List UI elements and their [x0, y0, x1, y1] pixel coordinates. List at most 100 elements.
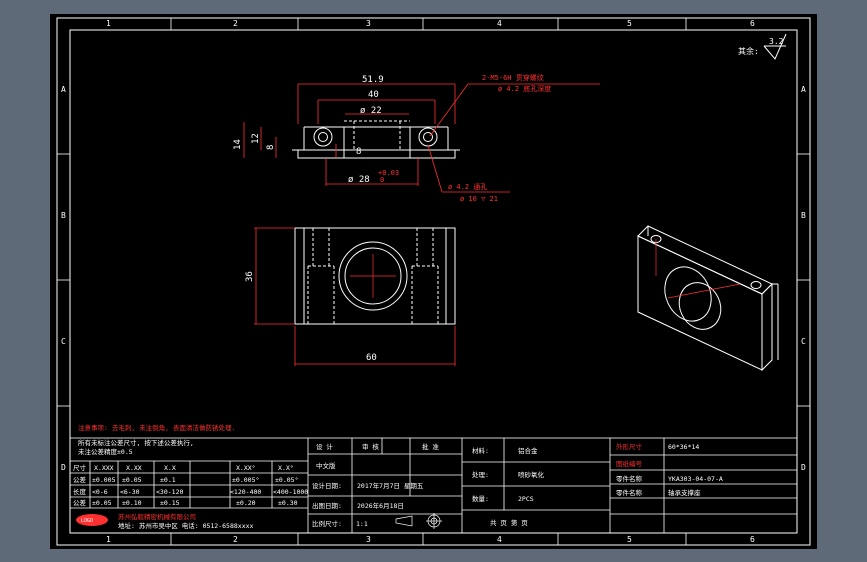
dim-top-height: 36 [245, 271, 255, 282]
tol-r0-c3: ±0.1 [160, 476, 176, 484]
label-approver: 批 准 [422, 442, 439, 451]
label-surface: 处理: [472, 470, 489, 479]
label-scale: 比例尺寸: [312, 519, 342, 528]
zone-top-3: 3 [366, 19, 371, 28]
zone-top-2: 2 [233, 19, 238, 28]
zone-right-b: B [801, 211, 806, 220]
zone-left-d: D [61, 463, 66, 472]
tol-header-0: 尺寸 [73, 463, 87, 472]
zone-left-a: A [61, 85, 66, 94]
zone-top-1: 1 [106, 19, 111, 28]
tol-r2-c4: ±0.20 [236, 499, 256, 507]
tol-r0-c5: ±0.05° [275, 476, 298, 484]
dim-inner-width: 40 [368, 90, 379, 100]
top-centerlines [350, 254, 396, 298]
label-part-no: 图纸编号 [616, 459, 643, 468]
projection-symbol-icon [395, 513, 442, 529]
dim-height-12: 12 [251, 133, 261, 144]
front-dimensions [243, 83, 600, 193]
zone-right-a: A [801, 85, 806, 94]
notes-red: 注意事项: 去毛刺, 未注倒角, 表面清洁做防锈处理. [78, 423, 235, 432]
tol-r0-c0: 公差 [73, 475, 87, 484]
value-size: 60*36*14 [668, 443, 699, 451]
tol-header-2: X.XX [126, 464, 142, 472]
dim-height-14: 14 [233, 139, 243, 150]
label-reviewer: 审 核 [362, 442, 379, 451]
value-material: 铝合金 [518, 446, 538, 455]
tol-r0-c1: ±0.005 [92, 476, 116, 484]
tol-r2-c5: ±0.30 [278, 499, 298, 507]
value-qty: 2PCS [518, 495, 534, 503]
tol-r1-c4: <120-400 [230, 488, 261, 496]
tol-header-5: X.X° [278, 464, 294, 472]
value-print-date: 2026年6月18日 [357, 501, 404, 510]
company-logo-text: LOGO [81, 518, 93, 524]
label-size: 外形尺寸 [616, 442, 643, 451]
roughness-label: 其余: [738, 46, 759, 56]
dim-bore-diameter: ø 22 [360, 106, 382, 116]
front-view [292, 126, 460, 159]
zone-right-c: C [801, 337, 806, 346]
tol-r0-c2: ±0.05 [122, 476, 142, 484]
label-print-date: 出图日期: [312, 501, 342, 510]
dim-top-width: 60 [366, 353, 377, 363]
value-part-name: 轴承支撑座 [668, 488, 701, 497]
iso-centerlines [655, 239, 741, 299]
callout-pilot-hole: ø 4.2 底孔深度 [498, 84, 551, 93]
zone-top-4: 4 [497, 19, 502, 28]
value-surface: 喷砂氧化 [518, 470, 545, 479]
tol-r1-c2: <6-30 [120, 488, 140, 496]
dim-height-8: 8 [266, 145, 276, 150]
zone-bottom-5: 5 [627, 535, 632, 544]
value-design-date: 2017年7月7日 星期五 [357, 481, 424, 490]
label-doc: 中文版 [316, 461, 336, 470]
zone-left-b: B [61, 211, 66, 220]
label-qty: 数量: [472, 494, 489, 503]
cad-drawing: 1 2 3 4 5 6 1 2 3 4 5 6 A B C D A B C D … [56, 17, 811, 546]
zone-bottom-4: 4 [497, 535, 502, 544]
notes-line-2: 未注公差精度±0.5 [78, 447, 133, 456]
tol-r2-c2: ±0.10 [122, 499, 142, 507]
zone-bottom-3: 3 [366, 535, 371, 544]
notes-line-1: 所有未标注公差尺寸, 按下述公差执行, [78, 438, 194, 447]
tol-r1-c0: 长度 [73, 487, 87, 496]
tol-header-1: X.XXX [94, 464, 114, 472]
zone-left-c: C [61, 337, 66, 346]
drawing-sheet: 1 2 3 4 5 6 1 2 3 4 5 6 A B C D A B C D … [50, 14, 817, 549]
value-scale: 1:1 [356, 520, 368, 528]
zone-top-5: 5 [627, 19, 632, 28]
tol-r1-c1: <0-6 [92, 488, 108, 496]
label-part-name: 零件名称 [616, 474, 643, 483]
tol-r1-c3: <30-120 [156, 488, 183, 496]
label-assembly: 零件名称 [616, 488, 643, 497]
label-designer: 设 计 [316, 442, 333, 451]
zone-top-6: 6 [750, 19, 755, 28]
callout-through-hole: ø 4.2 通孔 [448, 182, 487, 191]
front-hidden-lines [344, 120, 410, 150]
dim-overall-width: 51.9 [362, 75, 384, 85]
label-sheet: 共 页 第 页 [490, 518, 528, 527]
value-part-no: YKA303-04-07-A [668, 475, 723, 483]
zone-bottom-2: 2 [233, 535, 238, 544]
callout-thread: 2-M5-6H 贯穿螺纹 [482, 73, 544, 82]
tol-r2-c3: ±0.15 [160, 499, 180, 507]
dim-bottom-bore: ø 28 [348, 175, 370, 185]
tol-header-4: X.XX° [236, 464, 256, 472]
callout-counterbore: ø 10 ▽ 21 [460, 195, 498, 203]
zone-right-d: D [801, 463, 806, 472]
label-material: 材料: [472, 446, 489, 455]
tol-r2-c0: 公差 [73, 498, 87, 507]
tol-r0-c4: ±0.005° [232, 476, 259, 484]
tol-r1-c5: <400-1000 [273, 488, 308, 496]
zone-bottom-6: 6 [750, 535, 755, 544]
company-address: 地址: 苏州市吴中区 电话: 0512-6588xxxx [118, 521, 254, 530]
iso-view [637, 225, 779, 372]
inner-frame [69, 29, 798, 534]
dim-height-8b: 8 [356, 147, 361, 157]
tol-header-3: X.X [164, 464, 176, 472]
company-name: 苏州弘毅精密机械有限公司 [118, 512, 196, 521]
zone-bottom-1: 1 [106, 535, 111, 544]
dim-tol-lower: 0 [380, 176, 384, 184]
label-design-date: 设计日期: [312, 481, 342, 490]
tol-r2-c1: ±0.05 [92, 499, 112, 507]
